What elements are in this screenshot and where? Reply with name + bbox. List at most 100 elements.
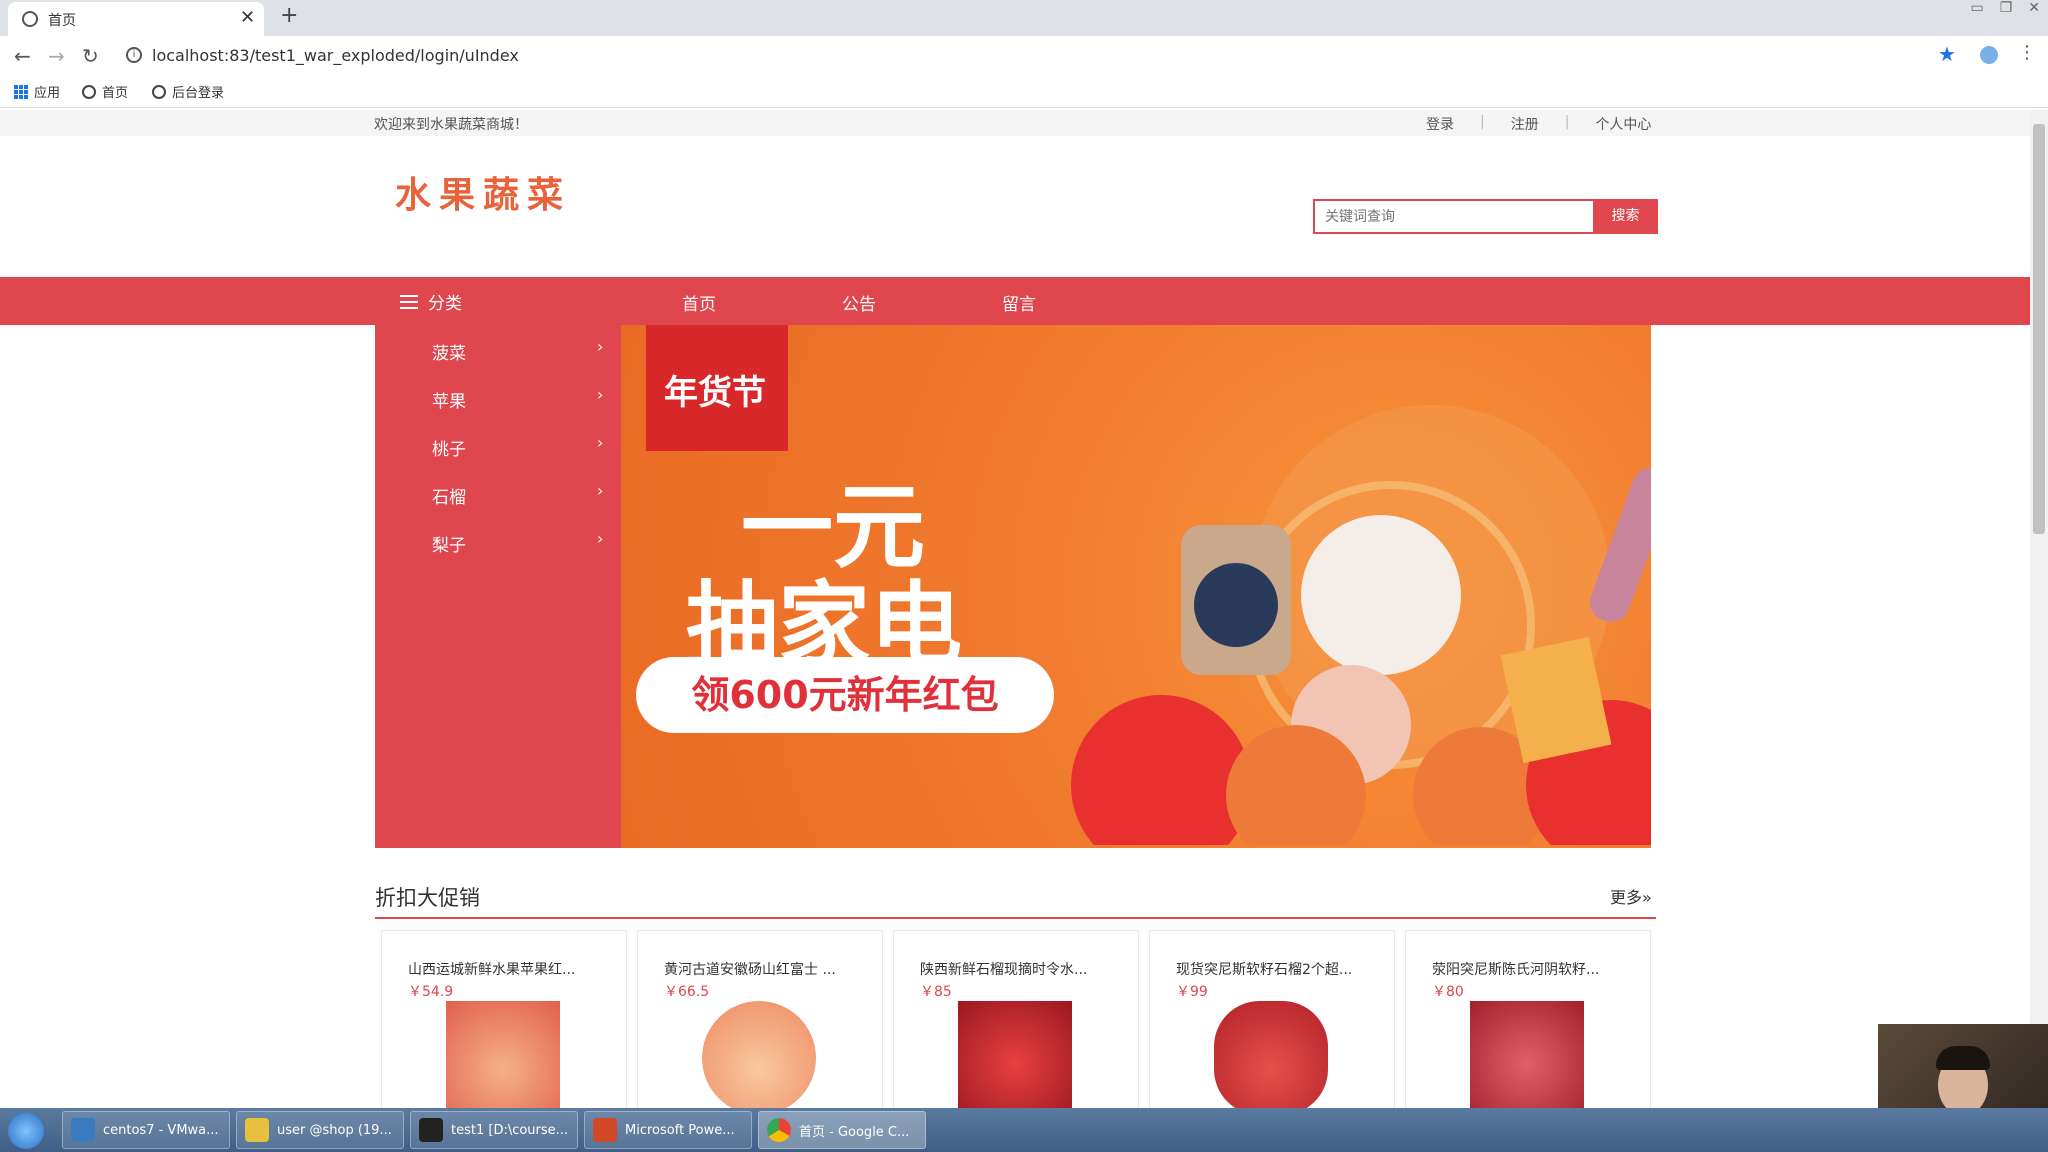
account-links: 登录 | 注册 | 个人中心	[1426, 114, 1651, 134]
tab-title: 首页	[48, 13, 76, 29]
nav-message[interactable]: 留言	[1002, 290, 1036, 315]
chevron-right-icon: ›	[597, 385, 604, 404]
product-name[interactable]: 山西运城新鲜水果苹果红...	[408, 959, 575, 979]
bookmarks-bar: 应用 首页 后台登录	[0, 76, 2048, 108]
page-scrollbar[interactable]	[2030, 110, 2048, 1108]
taskbar-label: user @shop (19...	[277, 1122, 392, 1138]
info-icon[interactable]: i	[126, 47, 142, 63]
product-price: ￥66.5	[664, 984, 710, 1000]
search-button[interactable]: 搜索	[1593, 199, 1658, 234]
nav-home[interactable]: 首页	[682, 290, 716, 315]
window-controls: ▭ ❐ ✕	[1970, 0, 2040, 16]
address-bar[interactable]: i localhost:83/test1_war_exploded/login/…	[118, 40, 1918, 72]
product-image[interactable]	[958, 1001, 1072, 1115]
product-name[interactable]: 荥阳突尼斯陈氏河阴软籽...	[1432, 959, 1599, 979]
category-label: 苹果	[432, 392, 466, 412]
browser-tab[interactable]: 首页 ✕	[8, 2, 264, 36]
product-price: ￥80	[1432, 984, 1464, 1000]
more-menu-icon[interactable]: ⋮	[2018, 42, 2036, 63]
scrollbar-thumb[interactable]	[2033, 124, 2045, 534]
promo-banner[interactable]: 年货节 一元 抽家电 领600元新年红包	[621, 325, 1651, 848]
chevron-right-icon: ›	[597, 337, 604, 356]
globe-icon	[152, 84, 166, 99]
more-link[interactable]: 更多»	[1610, 884, 1652, 908]
close-window-icon[interactable]: ✕	[2028, 0, 2040, 16]
chevron-right-icon: ›	[597, 529, 604, 548]
taskbar-item[interactable]: 首页 - Google C...	[758, 1111, 926, 1149]
badge-text: 年货节	[664, 373, 766, 413]
product-image[interactable]	[1214, 1001, 1328, 1115]
start-button-icon[interactable]	[8, 1113, 44, 1149]
divider: |	[1564, 114, 1570, 130]
powerpoint-icon	[593, 1118, 617, 1142]
section-title: 折扣大促销	[375, 886, 480, 910]
back-icon[interactable]: ←	[14, 44, 31, 68]
new-tab-icon[interactable]: +	[280, 3, 298, 28]
category-item[interactable]: 苹果 ›	[375, 373, 621, 421]
site-logo[interactable]: 水果蔬菜	[395, 166, 571, 218]
vmware-icon	[71, 1118, 95, 1142]
browser-tab-bar: 首页 ✕ + ▭ ❐ ✕	[0, 0, 2048, 36]
bookmark-apps[interactable]: 应用	[14, 82, 60, 101]
search-input[interactable]	[1315, 201, 1593, 232]
category-label: 分类	[428, 294, 462, 314]
close-tab-icon[interactable]: ✕	[240, 7, 255, 28]
taskbar-item[interactable]: centos7 - VMwa...	[62, 1111, 230, 1149]
welcome-text: 欢迎来到水果蔬菜商城！	[374, 117, 528, 133]
profile-avatar-icon[interactable]	[1980, 46, 1998, 64]
category-menu[interactable]: 分类	[400, 289, 462, 314]
category-item[interactable]: 桃子 ›	[375, 421, 621, 469]
product-name[interactable]: 黄河古道安徽砀山红富士 ...	[664, 959, 836, 979]
taskbar-label: test1 [D:\course...	[451, 1122, 569, 1138]
product-price: ￥99	[1176, 984, 1208, 1000]
badge-label: 年货节	[646, 325, 788, 451]
chrome-icon	[767, 1118, 791, 1142]
product-image[interactable]	[1470, 1001, 1584, 1115]
taskbar-label: 首页 - Google C...	[799, 1124, 910, 1140]
bookmark-admin-login[interactable]: 后台登录	[152, 82, 224, 101]
product-name[interactable]: 陕西新鲜石榴现摘时令水...	[920, 959, 1087, 979]
minimize-icon[interactable]: ▭	[1970, 0, 1983, 16]
chevron-right-icon: ›	[597, 433, 604, 452]
url-text[interactable]: localhost:83/test1_war_exploded/login/uI…	[152, 46, 519, 65]
os-taskbar: centos7 - VMwa... user @shop (19... test…	[0, 1108, 2048, 1152]
product-price: ￥85	[920, 984, 952, 1000]
bookmark-label: 应用	[34, 86, 61, 101]
top-strip: 欢迎来到水果蔬菜商城！ 登录 | 注册 | 个人中心	[0, 110, 2030, 136]
main-nav: 分类 首页 公告 留言	[0, 277, 2030, 325]
product-image[interactable]	[446, 1001, 560, 1115]
register-link[interactable]: 注册	[1511, 114, 1539, 134]
taskbar-item[interactable]: Microsoft Powe...	[584, 1111, 752, 1149]
banner-coupon-pill: 领600元新年红包	[636, 657, 1054, 733]
menu-list-icon	[400, 294, 418, 309]
category-item[interactable]: 石榴 ›	[375, 469, 621, 517]
category-item[interactable]: 梨子 ›	[375, 517, 621, 565]
category-label: 桃子	[432, 440, 466, 460]
terminal-icon	[245, 1118, 269, 1142]
category-item[interactable]: 菠菜 ›	[375, 325, 621, 373]
taskbar-item[interactable]: test1 [D:\course...	[410, 1111, 578, 1149]
taskbar-item[interactable]: user @shop (19...	[236, 1111, 404, 1149]
login-link[interactable]: 登录	[1426, 114, 1454, 134]
chevron-right-icon: ›	[597, 481, 604, 500]
reload-icon[interactable]: ↻	[82, 44, 99, 68]
bookmark-star-icon[interactable]: ★	[1938, 42, 1956, 66]
user-center-link[interactable]: 个人中心	[1595, 114, 1651, 134]
taskbar-label: centos7 - VMwa...	[103, 1122, 219, 1138]
category-label: 梨子	[432, 536, 466, 556]
restore-icon[interactable]: ❐	[2000, 0, 2013, 16]
product-name[interactable]: 现货突尼斯软籽石榴2个超...	[1176, 959, 1352, 979]
section-divider	[375, 917, 1656, 919]
search-box: 搜索	[1313, 199, 1658, 234]
divider: |	[1480, 114, 1485, 130]
product-price: ￥54.9	[408, 984, 454, 1000]
category-panel: 菠菜 › 苹果 › 桃子 › 石榴 › 梨子 ›	[375, 325, 621, 848]
banner-illustration	[1071, 405, 1651, 845]
globe-icon	[82, 84, 96, 99]
bookmark-label: 首页	[102, 86, 129, 101]
forward-icon[interactable]: →	[48, 44, 65, 68]
product-image[interactable]	[702, 1001, 816, 1115]
nav-notice[interactable]: 公告	[842, 290, 876, 315]
category-label: 石榴	[432, 488, 466, 508]
bookmark-home[interactable]: 首页	[82, 82, 128, 101]
